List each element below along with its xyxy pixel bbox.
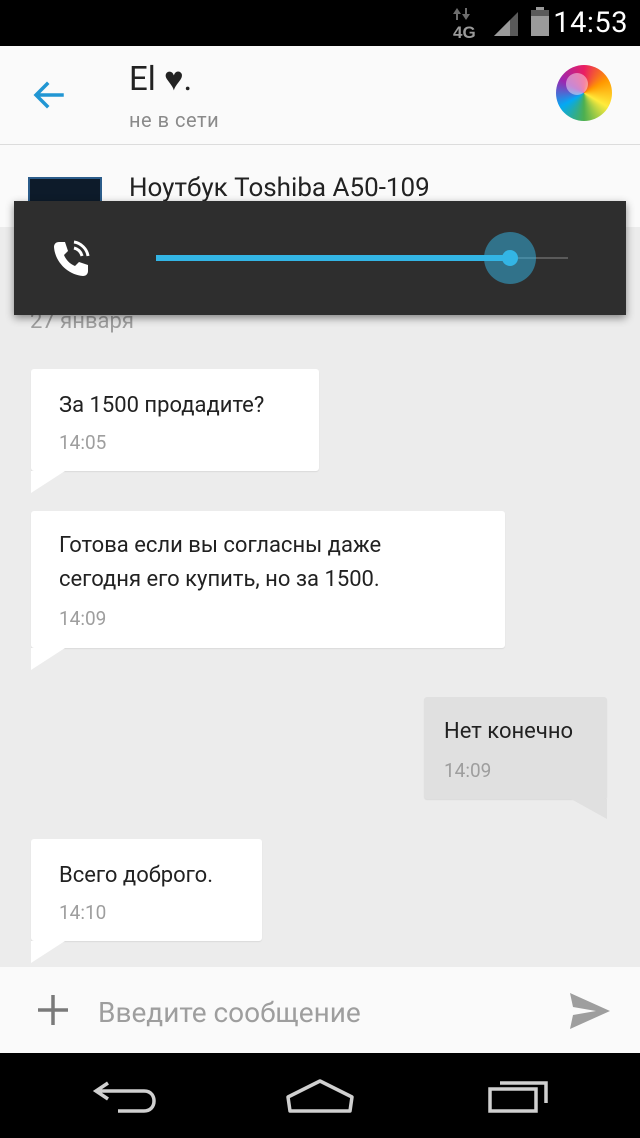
chat-header: El ♥. не в сети <box>0 46 640 145</box>
chat-title[interactable]: El ♥. <box>129 60 192 99</box>
message-time: 14:05 <box>59 431 107 454</box>
message-text: сегодня его купить, но за 1500. <box>59 567 380 592</box>
product-title[interactable]: Ноутбук Toshiba A50-109 <box>129 173 430 203</box>
message-bubble[interactable]: Всего доброго. 14:10 <box>31 839 262 963</box>
home-icon <box>286 1079 354 1113</box>
message-bubble[interactable]: Нет конечно 14:09 <box>424 697 607 819</box>
volume-fill <box>156 255 511 261</box>
nav-recents-button[interactable] <box>484 1075 556 1117</box>
message-time: 14:10 <box>59 901 107 924</box>
volume-panel <box>14 201 626 315</box>
nav-back-button[interactable] <box>90 1075 162 1117</box>
avatar[interactable] <box>556 65 612 121</box>
nav-home-button[interactable] <box>284 1075 356 1117</box>
data-arrows-icon: 4G <box>452 6 482 44</box>
message-text: Всего доброго. <box>59 863 213 888</box>
battery-icon <box>530 7 550 41</box>
navigation-bar <box>0 1053 640 1138</box>
message-text: Нет конечно <box>444 719 574 744</box>
message-bubble[interactable]: Готова если вы согласны даже сегодня его… <box>31 511 505 670</box>
plus-icon <box>38 995 68 1025</box>
send-icon <box>570 993 610 1029</box>
message-text: Готова если вы согласны даже <box>59 533 382 558</box>
online-status: не в сети <box>129 108 220 132</box>
message-time: 14:09 <box>59 607 107 630</box>
status-bar: 4G 14:53 <box>0 0 640 46</box>
message-text: За 1500 продадите? <box>59 393 265 418</box>
back-icon <box>92 1081 156 1113</box>
recent-apps-icon <box>488 1081 548 1113</box>
signal-icon <box>492 8 520 42</box>
message-input[interactable] <box>96 989 540 1035</box>
message-input-bar <box>0 967 640 1053</box>
status-time: 14:53 <box>553 6 628 40</box>
message-time: 14:09 <box>444 759 492 782</box>
arrow-left-icon <box>33 81 64 109</box>
message-bubble[interactable]: За 1500 продадите? 14:05 <box>31 369 319 493</box>
phone-in-call-icon <box>50 238 92 280</box>
network-type-text: 4G <box>453 23 476 40</box>
back-button[interactable] <box>28 74 70 116</box>
message-list: 27 января За 1500 продадите? 14:05 Готов… <box>0 227 640 967</box>
attach-button[interactable] <box>34 991 72 1029</box>
send-button[interactable] <box>568 991 612 1031</box>
